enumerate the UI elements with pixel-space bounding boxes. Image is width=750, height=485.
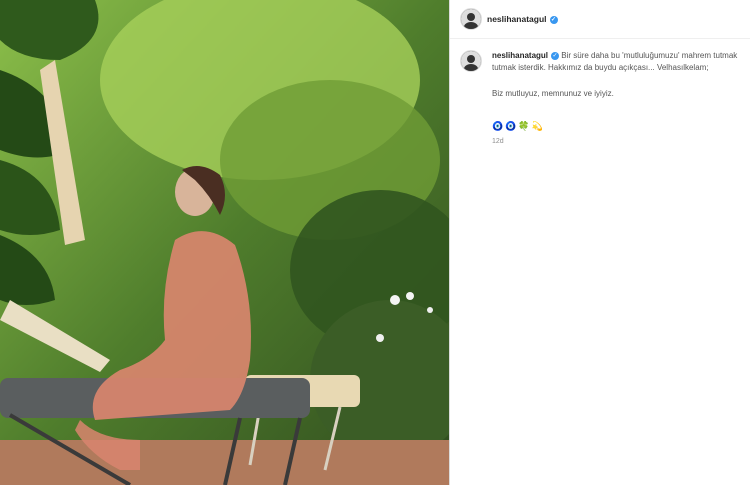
caption-line-1: neslihanatagul ✓ Bir süre daha bu 'mutlul… xyxy=(492,50,742,74)
avatar[interactable] xyxy=(460,8,482,30)
caption-avatar[interactable] xyxy=(460,50,482,72)
header-username-text[interactable]: neslihanatagul xyxy=(487,14,547,24)
post-timestamp[interactable]: 12d xyxy=(492,138,504,145)
caption-line-2: Biz mutluyuz, memnunuz ve iyiyiz. xyxy=(492,89,614,98)
header-username[interactable]: neslihanatagul ✓ xyxy=(487,14,558,24)
verified-badge-icon: ✓ xyxy=(551,51,560,60)
caption-username[interactable]: neslihanatagul xyxy=(492,51,548,60)
verified-badge-icon: ✓ xyxy=(549,15,558,24)
post-side-panel: neslihanatagul ✓ neslihanatagul ✓ Bir süre… xyxy=(450,0,750,485)
post-photo-art xyxy=(0,0,449,485)
post-header: neslihanatagul ✓ xyxy=(450,0,750,39)
caption-emojis: 🧿🧿🍀💫 xyxy=(492,121,545,131)
avatar-image xyxy=(461,51,481,71)
post-photo[interactable] xyxy=(0,0,449,485)
avatar-image xyxy=(461,9,481,29)
post-caption: neslihanatagul ✓ Bir süre daha bu 'mutlul… xyxy=(492,50,742,100)
